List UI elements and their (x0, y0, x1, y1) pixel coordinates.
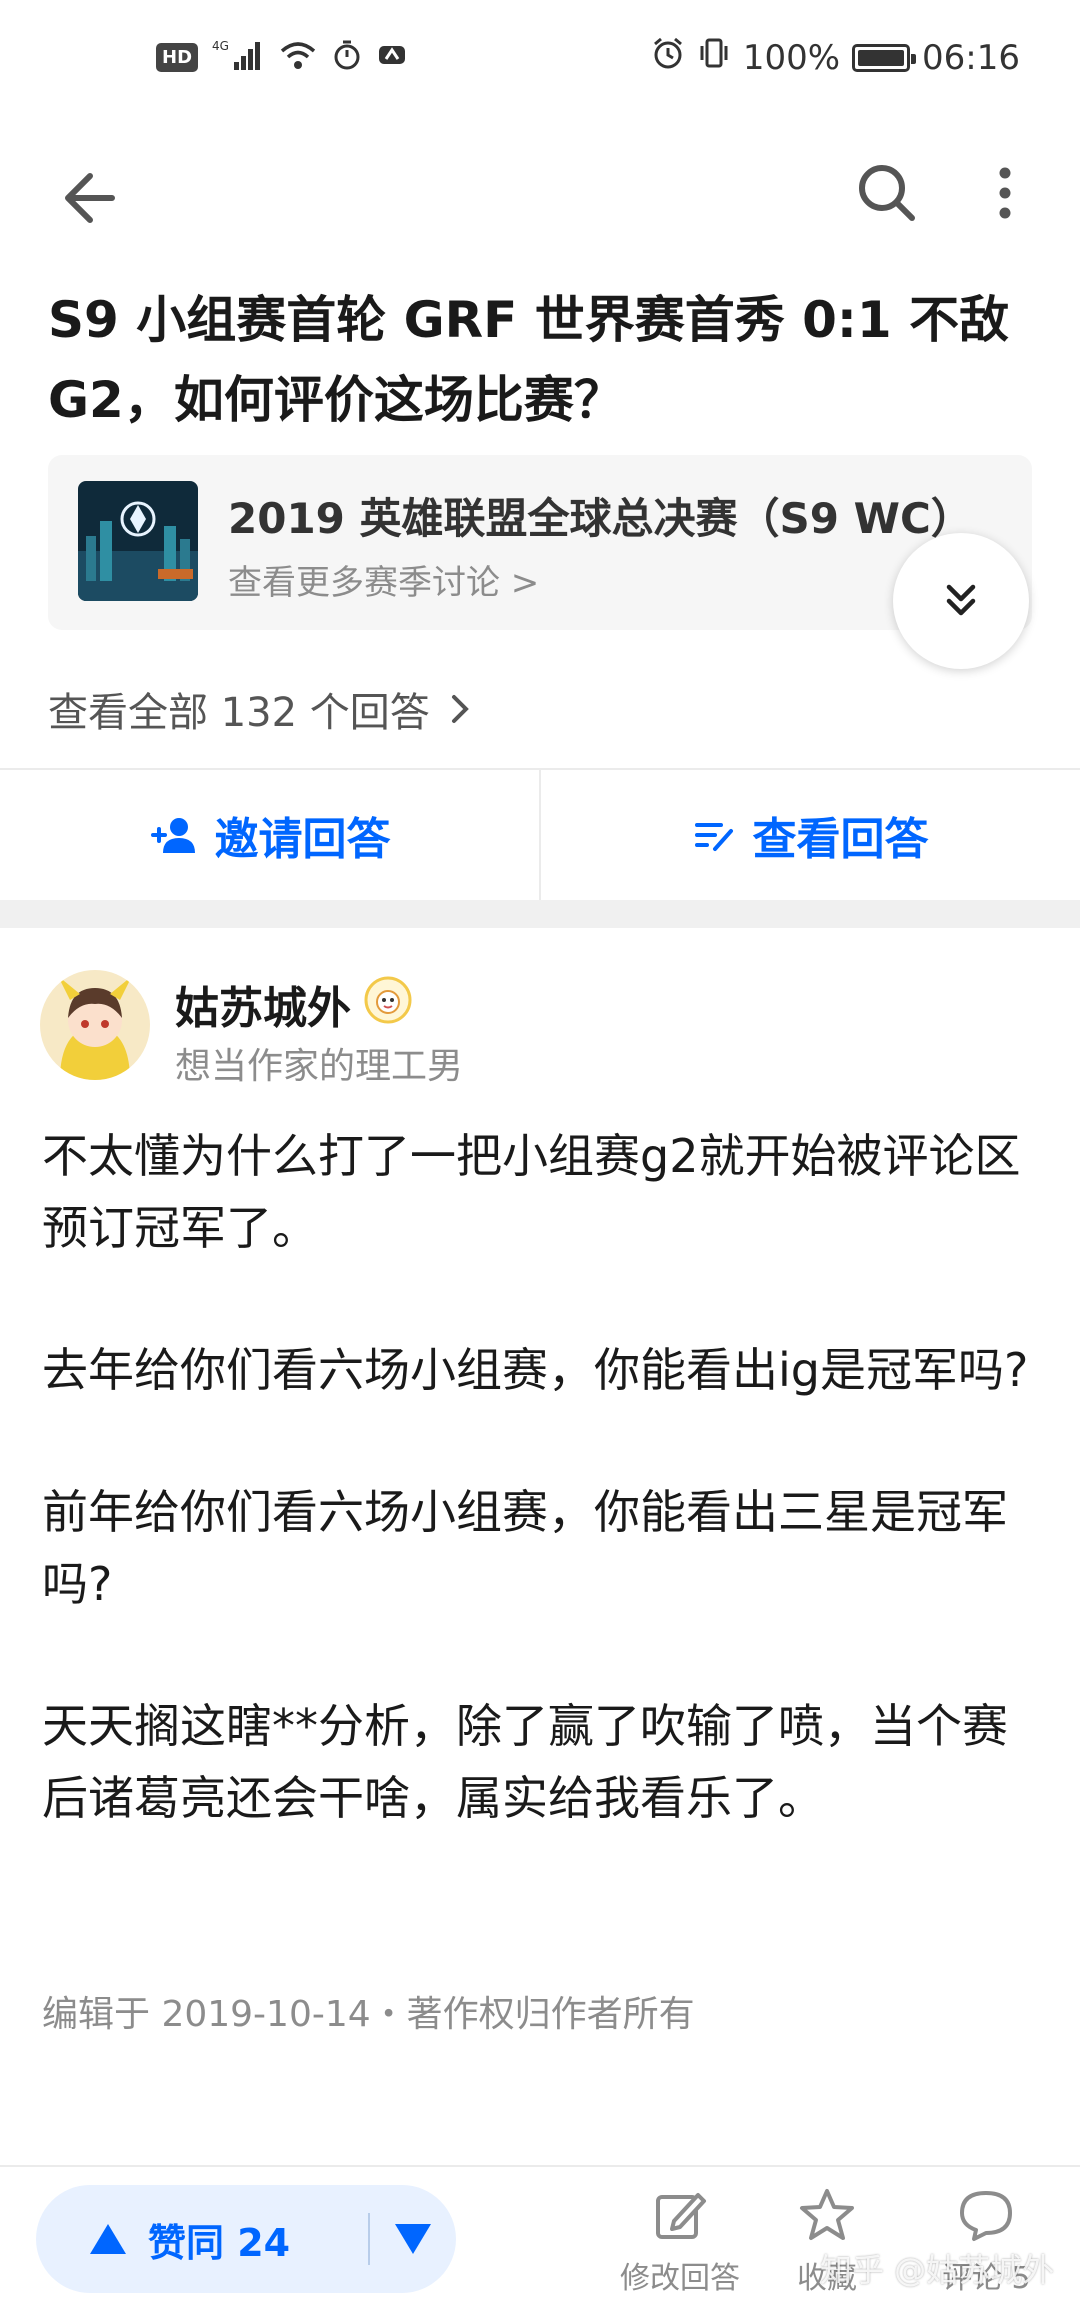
invite-answer-label: 邀请回答 (214, 814, 391, 865)
add-person-icon (150, 818, 195, 853)
topic-card[interactable]: 2019 英雄联盟全球总决赛（S9 WC） 查看更多赛季讨论 > (48, 455, 1032, 630)
status-left: HD 4G (156, 38, 408, 76)
comment-bubble-icon (960, 2191, 1013, 2241)
battery-icon (852, 43, 917, 72)
question-actions: 邀请回答 查看回答 (0, 770, 1080, 900)
svg-text:4G: 4G (212, 39, 229, 53)
clock: 06:16 (922, 37, 1020, 78)
view-all-answers-link[interactable]: 查看全部 132 个回答 (48, 680, 472, 738)
top-toolbar (0, 140, 1080, 240)
write-list-icon (694, 823, 733, 851)
view-answers-label: 查看回答 (752, 814, 929, 865)
vote-up-button[interactable]: 赞同 24 (36, 2212, 368, 2267)
worlds-logo-image (78, 481, 198, 601)
vote-group: 赞同 24 (36, 2185, 456, 2293)
alarm-icon (651, 36, 685, 79)
status-right: 100% 06:16 (651, 36, 1020, 79)
double-chevron-down-icon (946, 584, 976, 616)
battery-percent: 100% (742, 37, 841, 78)
triangle-up-icon (90, 2224, 126, 2254)
section-gap (0, 900, 1080, 928)
search-button[interactable] (852, 158, 922, 228)
author-bio: 想当作家的理工男 (175, 1046, 464, 1087)
back-button[interactable] (50, 160, 120, 230)
edit-answer-label: 修改回答 (620, 2261, 740, 2296)
app-notification-icon (376, 41, 408, 73)
topic-more-link[interactable]: 查看更多赛季讨论 > (228, 555, 539, 604)
answer-paragraph: 不太懂为什么打了一把小组赛g2就开始被评论区预订冠军了。 (42, 1129, 1021, 1255)
vote-down-button[interactable] (370, 2222, 456, 2256)
answer-content: 不太懂为什么打了一把小组赛g2就开始被评论区预订冠军了。去年给你们看六场小组赛，… (42, 1120, 1042, 1904)
wifi-icon (278, 39, 318, 75)
hd-badge: HD (156, 42, 199, 72)
author-name[interactable]: 姑苏城外 (175, 972, 351, 1036)
vote-up-label: 赞同 24 (148, 2220, 291, 2265)
answer-paragraph: 前年给你们看六场小组赛，你能看出三星是冠军吗? (42, 1485, 1008, 1611)
search-icon (859, 165, 915, 221)
answer-meta: 编辑于 2019-10-14・著作权归作者所有 (42, 1994, 695, 2035)
expand-button[interactable] (893, 533, 1029, 669)
topic-thumbnail (78, 481, 198, 601)
watermark: 知乎 @姑苏城外 (820, 2251, 1055, 2289)
back-arrow-icon (65, 173, 115, 223)
avatar-image (40, 970, 150, 1080)
signal-icon: 4G (212, 38, 264, 76)
author-badge-icon[interactable] (363, 975, 413, 1025)
chevron-right-icon (451, 695, 469, 723)
status-bar: HD 4G 100% 06:16 (0, 0, 1080, 120)
author-avatar[interactable] (40, 970, 150, 1080)
question-title[interactable]: S9 小组赛首轮 GRF 世界赛首秀 0:1 不敌 G2，如何评价这场比赛？ (48, 280, 1028, 440)
answer-page: HD 4G 100% 06:16 S9 小组赛首轮 GRF 世界赛首秀 0:1 … (0, 0, 1080, 2310)
vibrate-icon (697, 36, 731, 79)
triangle-down-icon (395, 2224, 431, 2254)
answer-paragraph: 天天搁这瞎**分析，除了赢了吹输了喷，当个赛后诸葛亮还会干啥，属实给我看乐了。 (42, 1699, 1008, 1825)
timer-icon (332, 39, 362, 75)
more-vertical-icon (999, 167, 1011, 219)
battery-fill (858, 49, 905, 66)
view-answers-button[interactable]: 查看回答 (541, 770, 1080, 900)
answer-paragraph: 去年给你们看六场小组赛，你能看出ig是冠军吗? (42, 1343, 1029, 1397)
edit-icon (656, 2193, 706, 2239)
more-options-button[interactable] (985, 158, 1025, 228)
invite-answer-button[interactable]: 邀请回答 (0, 770, 539, 900)
topic-name: 2019 英雄联盟全球总决赛（S9 WC） (228, 494, 973, 543)
edit-answer-button[interactable]: 修改回答 (620, 2187, 740, 2297)
view-all-label: 查看全部 132 个回答 (48, 690, 430, 736)
star-icon (800, 2189, 854, 2240)
